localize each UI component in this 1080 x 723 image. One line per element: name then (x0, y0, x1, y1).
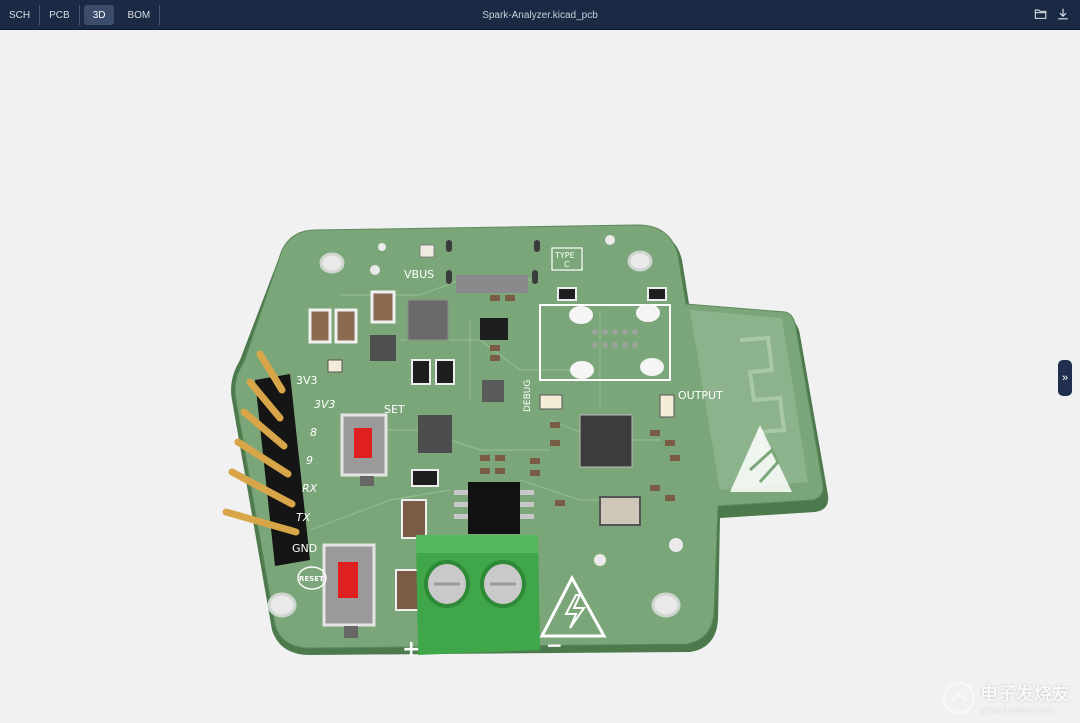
set-button[interactable] (340, 413, 388, 486)
tab-pcb[interactable]: PCB (40, 5, 80, 25)
silk-pin-9: 9 (306, 454, 313, 467)
silk-pin-3v3-a: 3V3 (296, 374, 318, 387)
capacitor (308, 308, 332, 344)
silk-reset: RESET (299, 575, 324, 583)
silk-vbus: VBUS (404, 268, 434, 281)
capacitor (334, 308, 358, 344)
screw-terminal[interactable] (416, 535, 540, 655)
silk-debug: DEBUG (523, 380, 533, 412)
watermark-logo (942, 681, 976, 714)
capacitor (370, 290, 396, 324)
tab-bom[interactable]: BOM (118, 5, 161, 25)
silk-pin-8: 8 (310, 426, 317, 439)
inductor (407, 299, 449, 341)
silk-output: OUTPUT (678, 389, 723, 402)
top-toolbar: SCH PCB 3D BOM Spark-Analyzer.kicad_pcb (0, 0, 1080, 30)
view-tabs: SCH PCB 3D BOM (0, 0, 161, 30)
regulator-ic (480, 318, 508, 340)
watermark-subtext: www.elecfans.com (980, 706, 1055, 715)
silk-pin-rx: RX (302, 482, 318, 495)
silk-set: SET (384, 403, 405, 416)
file-title: Spark-Analyzer.kicad_pcb (482, 10, 598, 21)
chevrons-right-icon[interactable]: » (1058, 360, 1072, 396)
silk-type-c-line2: C (564, 260, 570, 269)
silk-pin-tx: TX (296, 511, 311, 524)
folder-open-icon[interactable] (1034, 7, 1048, 21)
silk-pin-3v3-b: 3V3 (314, 398, 336, 411)
watermark-text: 电子发烧友 (980, 684, 1070, 705)
tab-sch[interactable]: SCH (0, 5, 41, 25)
silk-plus: + (402, 637, 420, 662)
pcb-3d-model[interactable]: VBUS TYPE C 3V3 3V3 8 9 RX TX GND SET RE… (220, 200, 840, 680)
tab-3d[interactable]: 3D (83, 5, 115, 25)
3d-viewport[interactable]: VBUS TYPE C 3V3 3V3 8 9 RX TX GND SET RE… (0, 30, 1080, 723)
debug-led (539, 394, 563, 410)
crystal (599, 496, 641, 526)
silk-type-c-line1: TYPE (554, 251, 575, 260)
power-led (327, 359, 343, 373)
silk-minus: − (546, 633, 563, 657)
mcu-chip (579, 414, 633, 468)
usb-c-connector (456, 275, 528, 293)
silk-pin-gnd: GND (292, 542, 317, 555)
watermark: 电子发烧友 www.elecfans.com (942, 680, 1070, 715)
top-icons (1034, 7, 1070, 21)
output-led (659, 394, 675, 418)
reset-button[interactable] (322, 543, 376, 638)
download-icon[interactable] (1056, 7, 1070, 21)
ic-chip (418, 415, 452, 453)
